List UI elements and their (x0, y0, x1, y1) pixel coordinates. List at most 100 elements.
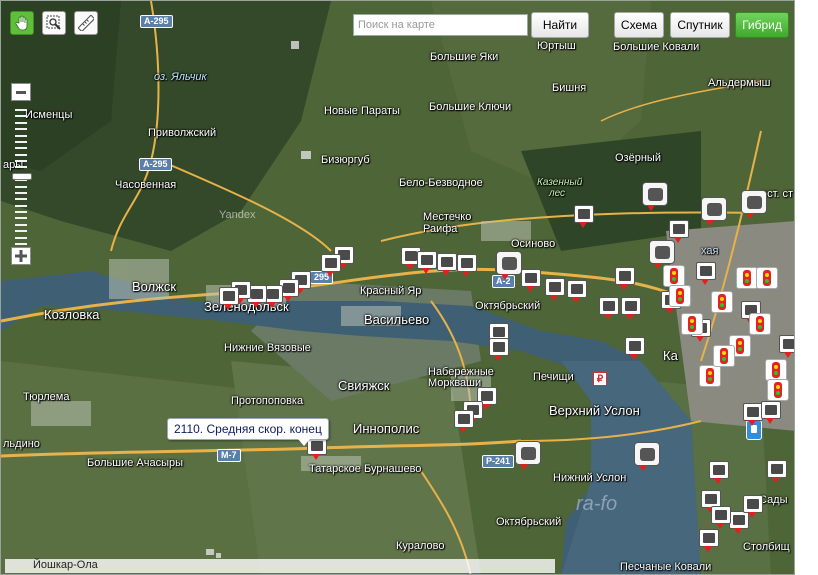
camera-marker-large[interactable] (741, 190, 767, 219)
camera-marker[interactable] (615, 267, 635, 290)
traffic-light-marker[interactable] (713, 345, 735, 367)
place-ukhaya: хая (701, 245, 719, 257)
zoom-tick (15, 115, 27, 118)
traffic-light-marker[interactable] (699, 365, 721, 387)
traffic-light-marker[interactable] (765, 359, 787, 381)
traffic-light-marker[interactable] (669, 285, 691, 307)
camera-marker[interactable] (599, 297, 619, 320)
camera-marker-large[interactable] (701, 197, 727, 226)
zoom-tick (15, 211, 27, 214)
camera-marker[interactable] (779, 335, 794, 358)
camera-marker-large[interactable] (496, 251, 522, 280)
camera-marker[interactable] (696, 262, 716, 285)
place-bolshie-kovali: Большие Ковали (613, 41, 700, 53)
traffic-light-marker[interactable] (767, 379, 789, 401)
camera-marker[interactable] (417, 251, 437, 274)
camera-marker[interactable] (574, 205, 594, 228)
camera-marker[interactable] (545, 278, 565, 301)
zoom-tick (15, 204, 27, 207)
camera-marker-large[interactable] (642, 182, 668, 211)
place-bizyurgub: Бизюргуб (321, 154, 370, 166)
camera-marker[interactable] (321, 254, 341, 277)
camera-marker-large[interactable] (515, 441, 541, 470)
site-watermark: ra-fo (576, 493, 618, 515)
place-turlema: Тюрлема (23, 391, 70, 403)
camera-marker[interactable] (761, 401, 781, 424)
camera-marker[interactable] (521, 269, 541, 292)
camera-marker[interactable] (437, 253, 457, 276)
place-stolbishe: Столбищ (743, 541, 790, 553)
traffic-light-marker[interactable] (736, 267, 758, 289)
traffic-light-marker[interactable] (681, 313, 703, 335)
camera-marker[interactable] (767, 460, 787, 483)
zoom-in-button[interactable] (11, 247, 31, 265)
place-protopopovka: Протопоповка (231, 395, 304, 407)
camera-marker[interactable] (454, 410, 474, 433)
place-bolshie-achasyry: Большие Ачасыры (87, 457, 184, 469)
place-kozlovka: Козловка (44, 307, 100, 322)
camera-marker[interactable] (489, 338, 509, 361)
place-sviyazhsk: Свияжск (338, 378, 390, 393)
traffic-light-marker[interactable] (663, 265, 685, 287)
search-button[interactable]: Найти (531, 12, 589, 38)
camera-marker[interactable] (219, 287, 239, 310)
camera-marker[interactable] (729, 511, 749, 534)
traffic-light-marker[interactable] (756, 267, 778, 289)
ruler-tool-button[interactable] (74, 11, 98, 35)
map-type-scheme-button[interactable]: Схема (614, 12, 664, 38)
place-innopolis: Иннополис (353, 421, 420, 436)
minus-icon (16, 90, 26, 94)
road-shield: Р-241 (482, 455, 515, 468)
camera-marker[interactable] (709, 461, 729, 484)
zoom-control[interactable] (11, 83, 33, 269)
place-kazan: Ка (663, 348, 678, 363)
place-chasovennaya: Часовенная (115, 179, 177, 191)
camera-marker[interactable] (711, 506, 731, 529)
place-noviye-paraty: Новые Параты (324, 105, 400, 117)
camera-marker[interactable] (699, 529, 719, 552)
zoom-slider-track[interactable] (12, 105, 32, 247)
camera-marker[interactable] (567, 280, 587, 303)
map-type-satellite-button[interactable]: Спутник (670, 12, 730, 38)
magnifier-tool-button[interactable] (42, 11, 66, 35)
zoom-out-button[interactable] (11, 83, 31, 101)
place-bishnya: Бишня (552, 82, 587, 94)
camera-marker-large[interactable] (634, 442, 660, 471)
place-mestechko-raifa: Местечко Раифа (423, 211, 472, 235)
camera-marker[interactable] (625, 337, 645, 360)
traffic-light-marker[interactable] (711, 291, 733, 313)
bank-marker[interactable]: ₽ (593, 372, 607, 386)
place-yurtysh: Юртыш (537, 40, 576, 52)
marker-tooltip: 2110. Средняя скор. конец (167, 418, 329, 446)
footer-bar: Йошкар-Ола (5, 559, 555, 573)
camera-marker[interactable] (457, 254, 477, 277)
camera-marker[interactable] (743, 495, 763, 518)
road-shield: А-295 (139, 158, 172, 171)
magnifier-icon (46, 15, 61, 30)
place-pechishi: Печищи (533, 371, 574, 383)
map-type-hybrid-button[interactable]: Гибрид (735, 12, 789, 38)
zoom-slider-thumb[interactable] (12, 172, 32, 180)
map-viewport[interactable]: Yandex ra-fo Юртыш Большие Ковали Больши… (0, 0, 795, 575)
zoom-tick (15, 185, 27, 188)
traffic-light-marker[interactable] (749, 313, 771, 335)
place-yoshkar-ola: Йошкар-Ола (33, 559, 98, 571)
place-naberezhnye-morkvashi: Набережные Моркваши (428, 366, 494, 389)
search-input[interactable] (353, 14, 528, 36)
place-kuralovo: Куралово (396, 540, 445, 552)
place-privolzhsky: Приволжский (148, 127, 217, 139)
camera-marker-large[interactable] (649, 240, 675, 269)
place-oktyabrsky: Октябрьский (475, 300, 541, 312)
camera-marker[interactable] (743, 403, 763, 426)
place-tatarskoe-burnashevo: Татарское Бурнашево (309, 463, 422, 475)
hand-tool-button[interactable] (10, 11, 34, 35)
camera-marker[interactable] (621, 297, 641, 320)
lake-yalchik: оз. Яльчик (154, 71, 207, 83)
camera-marker[interactable] (669, 220, 689, 243)
zoom-tick (15, 243, 27, 245)
zoom-tick (15, 217, 27, 220)
zoom-tick (15, 160, 27, 163)
place-nizhny-uslon: Нижний Услон (553, 472, 627, 484)
place-verkhny-uslon: Верхний Услон (549, 403, 640, 418)
place-vasilevo: Васильево (364, 312, 430, 327)
